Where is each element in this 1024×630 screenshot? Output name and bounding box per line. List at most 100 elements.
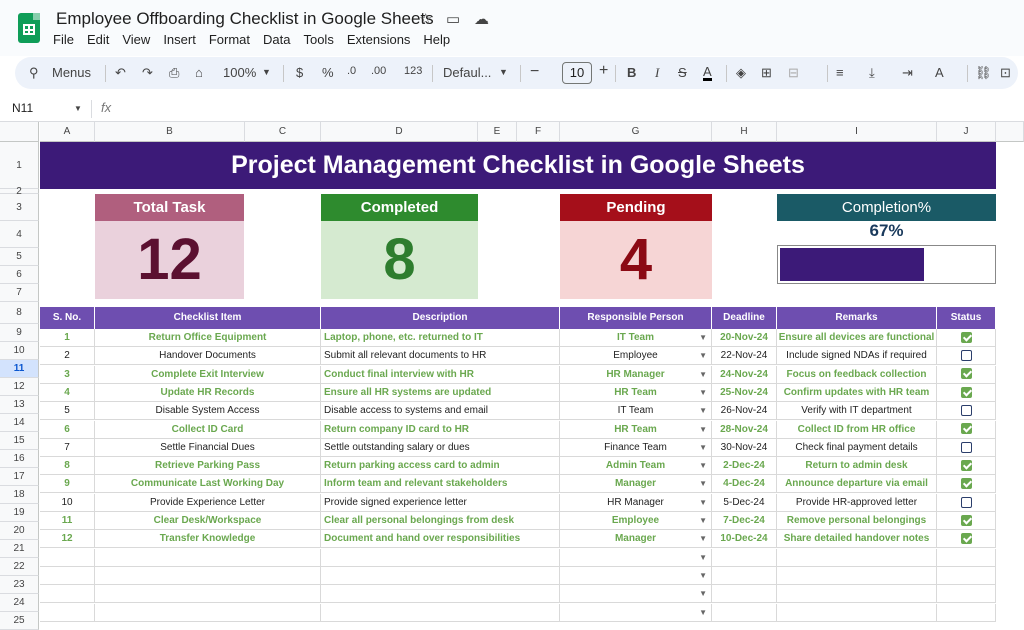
cell-remarks[interactable] bbox=[777, 585, 937, 604]
cell-responsible-person[interactable]: IT Team ▼ bbox=[560, 329, 712, 347]
menu-view[interactable]: View bbox=[122, 32, 150, 47]
cell-sno[interactable]: 10 bbox=[40, 493, 95, 512]
cell-responsible-person[interactable]: Manager ▼ bbox=[560, 530, 712, 549]
status-checkbox[interactable] bbox=[960, 350, 972, 362]
print-icon[interactable]: ⎙ bbox=[169, 65, 179, 81]
increase-font-size-icon[interactable]: + bbox=[599, 62, 608, 80]
column-header-b[interactable]: B bbox=[95, 122, 245, 142]
chevron-down-icon[interactable]: ▼ bbox=[699, 421, 707, 438]
chevron-down-icon[interactable]: ▼ bbox=[699, 384, 707, 401]
cell-status[interactable] bbox=[937, 420, 996, 439]
row-header-6[interactable]: 6 bbox=[0, 266, 39, 284]
cell-status[interactable] bbox=[937, 512, 996, 530]
cell-remarks[interactable]: Share detailed handover notes bbox=[777, 530, 937, 549]
chevron-down-icon[interactable]: ▼ bbox=[699, 457, 707, 474]
column-header-g[interactable]: G bbox=[560, 122, 712, 142]
chevron-down-icon[interactable]: ▼ bbox=[699, 402, 707, 419]
cell-responsible-person[interactable]: HR Team ▼ bbox=[560, 420, 712, 439]
cell-description[interactable] bbox=[321, 566, 560, 585]
row-header-16[interactable]: 16 bbox=[0, 450, 39, 468]
status-checkbox[interactable] bbox=[960, 496, 972, 508]
cell-deadline[interactable]: 20-Nov-24 bbox=[712, 329, 777, 347]
menu-format[interactable]: Format bbox=[209, 32, 250, 47]
chevron-down-icon[interactable]: ▼ bbox=[699, 439, 707, 456]
cell-deadline[interactable] bbox=[712, 585, 777, 604]
status-checkbox[interactable] bbox=[960, 386, 972, 398]
cell-deadline[interactable]: 4-Dec-24 bbox=[712, 475, 777, 494]
cell-responsible-person[interactable]: Manager ▼ bbox=[560, 475, 712, 494]
currency-format-button[interactable]: $ bbox=[296, 65, 303, 80]
row-header-9[interactable]: 9 bbox=[0, 324, 39, 342]
menu-edit[interactable]: Edit bbox=[87, 32, 109, 47]
cell-checklist-item[interactable]: Return Office Equipment bbox=[95, 329, 321, 347]
cell-description[interactable]: Ensure all HR systems are updated bbox=[321, 383, 560, 402]
cell-checklist-item[interactable]: Collect ID Card bbox=[95, 420, 321, 439]
row-header-19[interactable]: 19 bbox=[0, 504, 39, 522]
vertical-align-icon[interactable]: ⤓ bbox=[869, 65, 875, 81]
cell-checklist-item[interactable]: Clear Desk/Workspace bbox=[95, 512, 321, 530]
spreadsheet-grid[interactable]: ABCDEFGHIJ 1 2 3 4 5 6 7 8 9 10 11 12 13 14 15 16 17 18 19… bbox=[0, 122, 1024, 630]
cell-description[interactable]: Clear all personal belongings from desk bbox=[321, 512, 560, 530]
percent-format-button[interactable]: % bbox=[322, 65, 334, 80]
cell-description[interactable]: Inform team and relevant stakeholders bbox=[321, 475, 560, 494]
cell-remarks[interactable]: Include signed NDAs if required bbox=[777, 347, 937, 366]
column-header-f[interactable]: F bbox=[517, 122, 560, 142]
chevron-down-icon[interactable]: ▼ bbox=[699, 585, 707, 602]
chevron-down-icon[interactable]: ▼ bbox=[699, 347, 707, 364]
menu-help[interactable]: Help bbox=[423, 32, 450, 47]
cell-remarks[interactable]: Announce departure via email bbox=[777, 475, 937, 494]
cell-remarks[interactable]: Confirm updates with HR team bbox=[777, 383, 937, 402]
cell-status[interactable] bbox=[937, 438, 996, 457]
cell-responsible-person[interactable]: ▼ bbox=[560, 603, 712, 622]
insert-comment-icon[interactable]: ⊡ bbox=[1000, 65, 1011, 81]
status-checkbox[interactable] bbox=[960, 368, 972, 380]
chevron-down-icon[interactable]: ▼ bbox=[699, 604, 707, 621]
cell-sno[interactable]: 6 bbox=[40, 420, 95, 439]
cell-description[interactable] bbox=[321, 585, 560, 604]
cell-status[interactable] bbox=[937, 585, 996, 604]
cell-remarks[interactable]: Collect ID from HR office bbox=[777, 420, 937, 439]
row-header-5[interactable]: 5 bbox=[0, 248, 39, 266]
row-header-7[interactable]: 7 bbox=[0, 284, 39, 302]
cell-status[interactable] bbox=[937, 365, 996, 384]
cell-remarks[interactable]: Focus on feedback collection bbox=[777, 365, 937, 384]
cell-deadline[interactable]: 28-Nov-24 bbox=[712, 420, 777, 439]
row-header-17[interactable]: 17 bbox=[0, 468, 39, 486]
row-header-11[interactable]: 11 bbox=[0, 360, 39, 378]
cell-description[interactable] bbox=[321, 603, 560, 622]
text-rotation-icon[interactable]: A bbox=[935, 65, 944, 80]
menu-file[interactable]: File bbox=[53, 32, 74, 47]
row-header-24[interactable]: 24 bbox=[0, 594, 39, 612]
cell-description[interactable] bbox=[321, 548, 560, 567]
status-checkbox[interactable] bbox=[960, 514, 972, 526]
status-checkbox[interactable] bbox=[960, 405, 972, 417]
cell-description[interactable]: Settle outstanding salary or dues bbox=[321, 438, 560, 457]
chevron-down-icon[interactable]: ▼ bbox=[699, 494, 707, 511]
cell-remarks[interactable]: Remove personal belongings bbox=[777, 512, 937, 530]
cell-deadline[interactable] bbox=[712, 548, 777, 567]
row-header-3[interactable]: 3 bbox=[0, 194, 39, 221]
cell-sno[interactable] bbox=[40, 603, 95, 622]
cell-description[interactable]: Disable access to systems and email bbox=[321, 402, 560, 421]
cell-responsible-person[interactable]: HR Manager ▼ bbox=[560, 365, 712, 384]
status-checkbox[interactable] bbox=[960, 533, 972, 545]
paint-format-icon[interactable]: ⌂ bbox=[195, 65, 203, 80]
cell-deadline[interactable]: 26-Nov-24 bbox=[712, 402, 777, 421]
cell-remarks[interactable]: Ensure all devices are functional bbox=[777, 329, 937, 347]
status-checkbox[interactable] bbox=[960, 441, 972, 453]
name-box-dropdown-icon[interactable]: ▼ bbox=[74, 104, 82, 113]
chevron-down-icon[interactable]: ▼ bbox=[699, 512, 707, 529]
cell-responsible-person[interactable]: IT Team ▼ bbox=[560, 402, 712, 421]
row-header-14[interactable]: 14 bbox=[0, 414, 39, 432]
cell-responsible-person[interactable]: HR Team ▼ bbox=[560, 383, 712, 402]
column-header-e[interactable]: E bbox=[478, 122, 517, 142]
zoom-select[interactable]: 100% bbox=[223, 65, 256, 80]
menu-tools[interactable]: Tools bbox=[303, 32, 333, 47]
cell-responsible-person[interactable]: Employee ▼ bbox=[560, 347, 712, 366]
undo-icon[interactable]: ↶ bbox=[115, 65, 126, 81]
cell-deadline[interactable]: 30-Nov-24 bbox=[712, 438, 777, 457]
cell-sno[interactable]: 12 bbox=[40, 530, 95, 549]
cell-status[interactable] bbox=[937, 457, 996, 476]
cell-checklist-item[interactable]: Provide Experience Letter bbox=[95, 493, 321, 512]
status-checkbox[interactable] bbox=[960, 423, 972, 435]
